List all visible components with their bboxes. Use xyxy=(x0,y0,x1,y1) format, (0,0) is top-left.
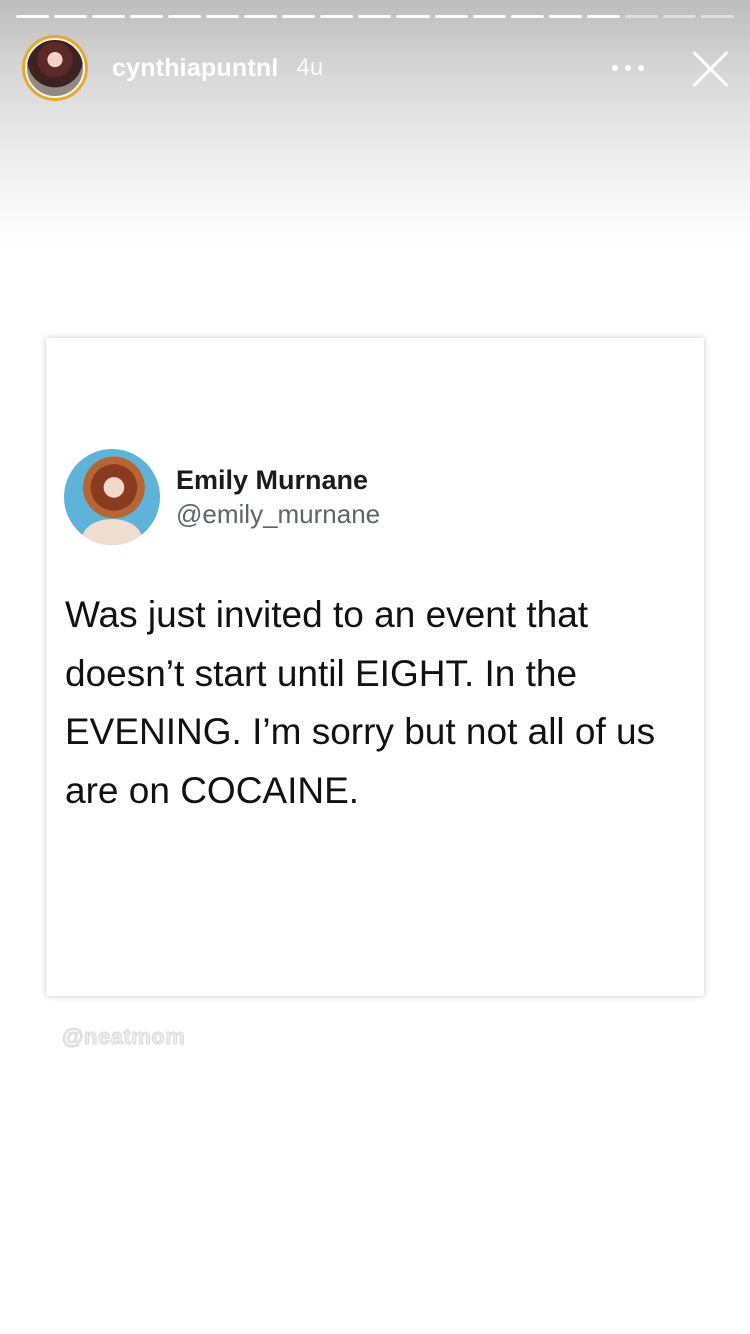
tweet-author-name: Emily Murnane xyxy=(176,465,369,495)
progress-segment xyxy=(434,15,468,18)
tweet-author-handle: @emily_murnane xyxy=(176,499,381,529)
tweet-text-line: Was just invited to an event that xyxy=(65,594,589,635)
tweet-text-line: are on COCAINE. xyxy=(65,769,360,811)
progress-segment xyxy=(54,15,88,18)
progress-segment xyxy=(92,15,126,18)
progress-segment xyxy=(586,15,620,18)
progress-segment xyxy=(130,15,164,18)
progress-segment xyxy=(548,15,582,18)
progress-segment xyxy=(320,15,354,18)
user-avatar[interactable] xyxy=(22,35,88,101)
progress-segment xyxy=(510,15,544,18)
tweet-card: Emily Murnane @emily_murnane Was just in… xyxy=(46,338,704,996)
tweet-author: Emily Murnane @emily_murnane xyxy=(64,449,380,545)
progress-segment xyxy=(16,15,50,18)
progress-segment xyxy=(168,15,202,18)
close-icon[interactable] xyxy=(690,47,732,89)
progress-segment xyxy=(662,15,696,18)
tweet-text-line: doesn’t start until EIGHT. In the xyxy=(65,652,578,694)
story-progress-bar xyxy=(16,15,734,19)
post-time: 4u xyxy=(296,54,324,81)
story-header: cynthiapuntnl 4u xyxy=(22,34,732,102)
more-horizontal-icon[interactable] xyxy=(606,53,650,83)
username[interactable]: cynthiapuntnl xyxy=(112,54,278,83)
tweet-text-line: EVENING. I’m sorry but not all of us xyxy=(65,711,656,752)
avatar-image xyxy=(25,38,85,98)
progress-segment xyxy=(624,15,658,18)
tweet-text: Was just invited to an event that doesn’… xyxy=(65,586,695,820)
tweet-author-avatar xyxy=(64,449,160,545)
progress-segment xyxy=(396,15,430,18)
progress-segment xyxy=(700,15,734,18)
progress-segment xyxy=(282,15,316,18)
story-viewer[interactable]: cynthiapuntnl 4u Emily Murnane @emily_mu… xyxy=(0,0,750,1334)
progress-segment xyxy=(244,15,278,18)
progress-segment xyxy=(472,15,506,18)
progress-segment xyxy=(358,15,392,18)
progress-segment xyxy=(206,15,240,18)
watermark: @neatmom xyxy=(61,1024,186,1050)
